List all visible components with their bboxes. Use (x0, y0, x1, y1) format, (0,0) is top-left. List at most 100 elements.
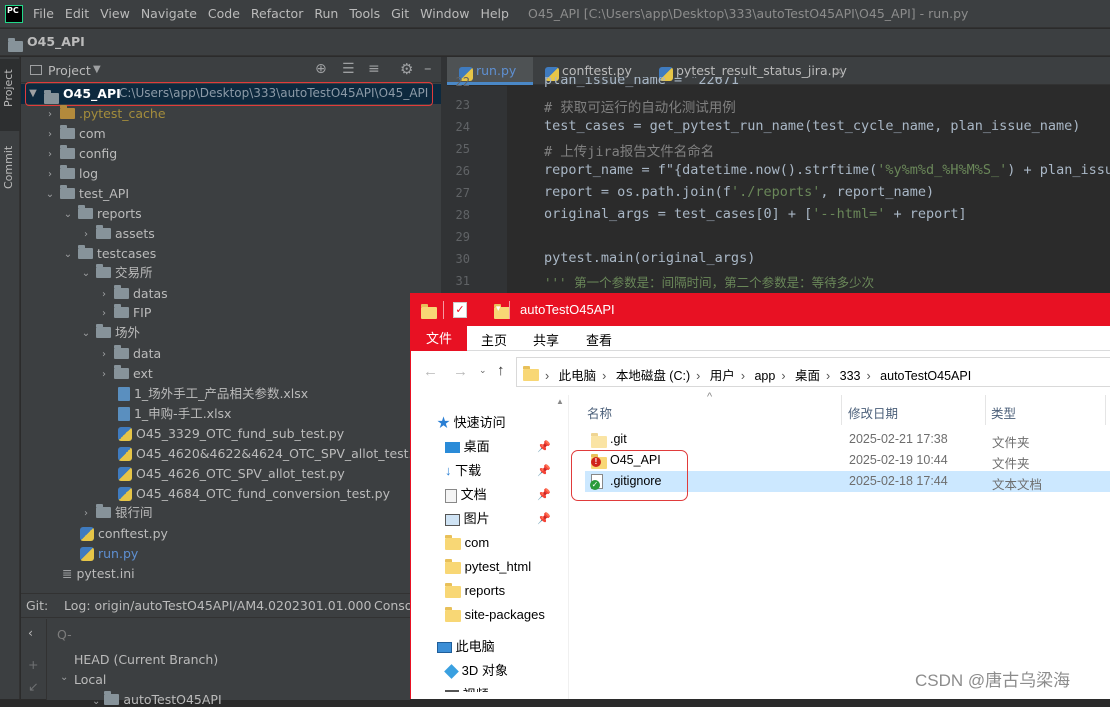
tree-item[interactable]: › .pytest_cache (44, 104, 166, 124)
menu-tools[interactable]: Tools (349, 6, 380, 21)
nav-item[interactable]: ↓ 下载 📌 (445, 459, 551, 483)
column-divider[interactable] (841, 395, 842, 425)
chevron-down-icon[interactable]: ⌄ (60, 672, 68, 683)
properties-icon[interactable]: ✓ (453, 302, 467, 318)
tree-item[interactable]: › com (44, 124, 106, 144)
chevron-right-icon[interactable]: › (98, 365, 110, 385)
menu-navigate[interactable]: Navigate (141, 6, 197, 21)
tree-item[interactable]: O45_4684_OTC_fund_conversion_test.py (118, 484, 390, 504)
git-log-tab[interactable]: Log: origin/autoTestO45API/AM4.0202301.0… (64, 598, 371, 613)
tree-item[interactable]: › config (44, 144, 117, 164)
tree-item[interactable]: O45_3329_OTC_fund_sub_test.py (118, 424, 344, 444)
column-date[interactable]: 修改日期 (848, 403, 898, 422)
menu-file[interactable]: File (33, 6, 54, 21)
search-input[interactable]: Q- (57, 627, 72, 642)
tree-item[interactable]: run.py (80, 544, 138, 564)
nav-scrollbar[interactable]: ▲ (554, 397, 566, 697)
project-tool-button[interactable]: Project (0, 59, 20, 131)
tree-item[interactable]: ⌄ 交易所 (80, 263, 152, 283)
scroll-up-icon[interactable]: ▲ (556, 397, 564, 406)
chevron-right-icon[interactable]: › (44, 145, 56, 165)
tree-item[interactable]: ⌄ test_API (44, 184, 129, 204)
up-icon[interactable]: ↑ (497, 362, 505, 379)
add-icon[interactable]: + (28, 657, 38, 672)
tree-item[interactable]: 1_申购-手工.xlsx (118, 404, 231, 424)
project-panel-title[interactable]: Project (48, 63, 91, 78)
chevron-down-icon[interactable]: ⌄ (62, 245, 74, 265)
locate-icon[interactable]: ⊕ (315, 61, 327, 77)
nav-item[interactable]: reports (445, 579, 505, 603)
file-row[interactable]: .git 2025-02-21 17:38 文件夹 (585, 429, 1110, 450)
tree-item[interactable]: › log (44, 164, 98, 184)
commit-tool-button[interactable]: Commit (0, 137, 20, 207)
ribbon-tab-home[interactable]: 主页 (481, 330, 507, 349)
nav-item-quick-access[interactable]: ★ 快速访问 (437, 411, 506, 435)
nav-item[interactable]: com (445, 531, 489, 555)
column-divider[interactable] (1105, 395, 1106, 425)
chevron-right-icon[interactable]: › (80, 504, 92, 524)
tree-item[interactable]: ⌄ 场外 (80, 323, 140, 343)
chevron-right-icon[interactable]: › (80, 225, 92, 245)
tree-item[interactable]: O45_4620&4622&4624_OTC_SPV_allot_test.py (118, 444, 428, 464)
chevron-right-icon[interactable]: › (44, 165, 56, 185)
forward-icon[interactable]: → (453, 363, 468, 380)
tree-item[interactable]: O45_4626_OTC_SPV_allot_test.py (118, 464, 345, 484)
menu-view[interactable]: View (100, 6, 130, 21)
menu-edit[interactable]: Edit (65, 6, 89, 21)
collapse-all-icon[interactable]: ☰ (342, 61, 355, 77)
breadcrumb-item[interactable]: 本地磁盘 (C:) (616, 369, 690, 383)
close-icon[interactable]: × (833, 63, 843, 78)
breadcrumb-project[interactable]: O45_API (27, 34, 85, 49)
breadcrumb-item[interactable]: autoTestO45API (880, 369, 971, 383)
nav-item[interactable]: 桌面 📌 (445, 435, 551, 459)
nav-item[interactable]: 文档 📌 (445, 483, 551, 507)
git-console-tab[interactable]: Conso (374, 598, 412, 613)
menu-code[interactable]: Code (208, 6, 240, 21)
minimize-icon[interactable]: – (424, 59, 432, 77)
tree-item[interactable]: ⌄ reports (62, 204, 142, 224)
breadcrumb-item[interactable]: 用户 (710, 369, 735, 383)
tree-item[interactable]: › ext (98, 364, 153, 384)
ribbon-tab-share[interactable]: 共享 (533, 330, 559, 349)
chevron-right-icon[interactable]: › (44, 105, 56, 125)
branch-item[interactable]: ⌄ autoTestO45API (92, 691, 222, 707)
nav-item[interactable]: pytest_html (445, 555, 531, 579)
chevron-right-icon[interactable]: › (98, 345, 110, 365)
ribbon-tab-view[interactable]: 查看 (586, 330, 612, 349)
branch-local[interactable]: Local (74, 672, 106, 687)
nav-item[interactable]: 3D 对象 (444, 659, 508, 683)
chevron-down-icon[interactable]: ⌄ (80, 324, 92, 344)
tree-item[interactable]: ⌄ testcases (62, 244, 156, 264)
chevron-down-icon[interactable]: ⌄ (80, 264, 92, 284)
nav-item-this-pc[interactable]: 此电脑 (437, 635, 495, 659)
chevron-down-icon[interactable]: ▾ (496, 303, 501, 314)
menu-window[interactable]: Window (420, 6, 469, 21)
address-bar[interactable]: › 此电脑 › 本地磁盘 (C:) › 用户 › app › 桌面 › 333 › auto… (516, 357, 1110, 387)
breadcrumb-item[interactable]: app (754, 369, 775, 383)
ribbon-tab-file[interactable]: 文件 (411, 326, 467, 351)
chevron-down-icon[interactable]: ⌄ (479, 365, 487, 376)
column-type[interactable]: 类型 (991, 403, 1016, 422)
nav-item[interactable]: 图片 📌 (445, 507, 551, 531)
menu-help[interactable]: Help (480, 6, 509, 21)
chevron-right-icon[interactable]: › (98, 304, 110, 324)
tree-item[interactable]: › data (98, 344, 161, 364)
menu-refactor[interactable]: Refactor (251, 6, 303, 21)
breadcrumb-item[interactable]: 333 (840, 369, 861, 383)
tree-item[interactable]: ≣ pytest.ini (62, 564, 135, 584)
breadcrumb-item[interactable]: 此电脑 (559, 369, 597, 383)
tree-item[interactable]: › datas (98, 284, 168, 304)
back-icon[interactable]: ← (423, 363, 438, 380)
tree-item[interactable]: conftest.py (80, 524, 168, 544)
tree-item[interactable]: › FIP (98, 303, 151, 323)
column-divider[interactable] (985, 395, 986, 425)
gear-icon[interactable]: ⚙ (400, 60, 413, 78)
tree-item[interactable]: › 银行间 (80, 503, 152, 523)
nav-item[interactable]: 视频 (445, 683, 489, 692)
breadcrumb-item[interactable]: 桌面 (795, 369, 820, 383)
chevron-down-icon[interactable]: ⌄ (44, 185, 56, 205)
branch-head[interactable]: HEAD (Current Branch) (74, 652, 218, 667)
nav-item[interactable]: site-packages (445, 603, 545, 627)
expand-all-icon[interactable]: ≡ (368, 61, 380, 77)
tree-item[interactable]: 1_场外手工_产品相关参数.xlsx (118, 384, 308, 404)
